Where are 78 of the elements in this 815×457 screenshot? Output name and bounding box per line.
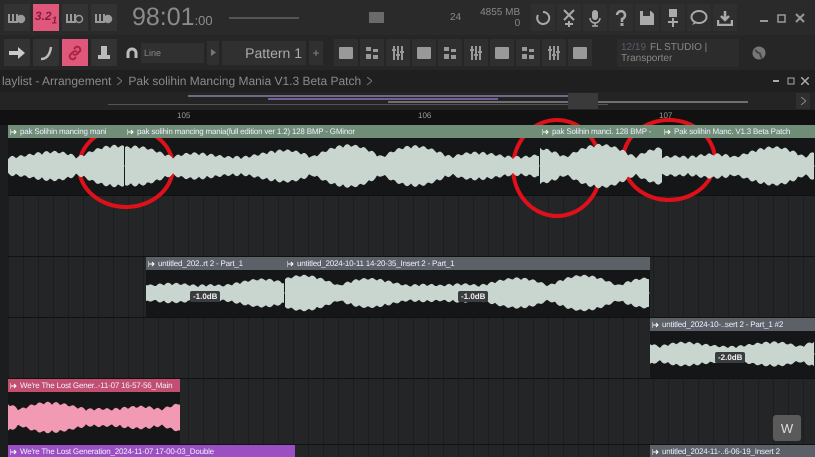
clip-header[interactable]: untitled_202..rt 2 - Part_1: [146, 257, 285, 270]
clip-header[interactable]: We're The Lost Gener..-11-07 16-57-56_Main: [8, 379, 180, 392]
gain-label: -1.0dB: [458, 291, 488, 302]
gain-label: -1.0dB: [190, 291, 220, 302]
mode-button[interactable]: 3.2$_{1}$: [33, 4, 59, 31]
tempo-reading: 24: [450, 12, 462, 23]
mode-icon: [8, 12, 26, 24]
save-new-icon[interactable]: [661, 4, 686, 31]
clip-menu-icon[interactable]: [127, 128, 134, 134]
clip-menu-icon[interactable]: [10, 382, 17, 388]
clip-menu-icon[interactable]: [652, 448, 659, 454]
breadcrumb-item[interactable]: Pak solihin Mancing Mania V1.3 Beta Patch: [128, 74, 362, 88]
globe-icon[interactable]: [752, 46, 766, 60]
hint-text: Transporter: [621, 52, 674, 64]
microphone-icon[interactable]: [583, 4, 608, 31]
help-icon[interactable]: [609, 4, 634, 31]
w-button[interactable]: W: [773, 415, 801, 441]
hint-count: 12/19: [621, 42, 646, 52]
clip-header[interactable]: pak Solihin manci. 128 BMP -: [540, 125, 662, 138]
clip-label: untitled_2024-10-..sert 2 - Part_1 #2: [662, 320, 784, 329]
clip-header[interactable]: pak solihin mancing mania(full edition ver 1.2) 128 BMP - GMinor: [125, 125, 540, 138]
clip-label: pak Solihin mancing mani: [20, 127, 106, 136]
chat-icon[interactable]: [687, 4, 712, 31]
pattern-selector[interactable]: Pattern 1: [222, 40, 306, 64]
gain-label: -2.0dB: [715, 352, 746, 363]
bar-number: 106: [418, 111, 432, 121]
restart-icon[interactable]: [531, 4, 556, 31]
clip-menu-icon[interactable]: [10, 128, 17, 134]
clip-header[interactable]: untitled_2024-11-..6-06-19_Insert 2: [650, 445, 815, 457]
curve-button[interactable]: [33, 39, 59, 66]
mode-button[interactable]: [4, 4, 30, 31]
mode-button[interactable]: [62, 4, 88, 31]
download-icon[interactable]: [713, 4, 738, 31]
clip-menu-icon[interactable]: [542, 128, 549, 134]
clip-header[interactable]: Pak solihin Manc. V1.3 Beta Patch: [662, 125, 815, 138]
clip-header[interactable]: untitled_2024-10-..sert 2 - Part_1 #2: [650, 318, 815, 331]
clip-label: We're The Lost Gener..-11-07 16-57-56_Main: [20, 381, 172, 390]
link-icon: [66, 44, 84, 60]
clip-header[interactable]: We're The Lost Generation_2024-11-07 17-00-03_Double: [8, 445, 295, 457]
song-time: 98:01:00: [132, 3, 214, 32]
mode-icon: [95, 12, 113, 24]
memory-reading: 4855 MB: [480, 6, 520, 18]
snap-dropdown[interactable]: Line: [141, 42, 204, 62]
clip-header[interactable]: untitled_2024-10-11 14-20-35_Insert 2 - Part_1: [285, 257, 650, 270]
add-pattern-button[interactable]: +: [309, 40, 323, 64]
clip-label: Pak solihin Manc. V1.3 Beta Patch: [674, 127, 790, 136]
clip-menu-icon[interactable]: [10, 448, 17, 454]
arrow-button[interactable]: [4, 39, 30, 66]
mode-button[interactable]: [91, 4, 117, 31]
clip-menu-icon[interactable]: [287, 260, 294, 266]
clip-label: untitled_2024-10-11 14-20-35_Insert 2 - Part_1: [297, 259, 454, 268]
cut-icon[interactable]: [557, 4, 582, 31]
chevron-icon: [367, 77, 372, 85]
clip-header[interactable]: pak Solihin mancing mani: [8, 125, 125, 138]
cpu-reading: 0: [514, 18, 520, 28]
close-icon[interactable]: [793, 10, 807, 24]
hint-title: FL STUDIO |: [650, 42, 708, 52]
clip-menu-icon[interactable]: [664, 128, 671, 134]
clip-label: We're The Lost Generation_2024-11-07 17-00-03_Double: [20, 447, 214, 456]
save-icon[interactable]: [635, 4, 660, 31]
close-icon[interactable]: [801, 77, 809, 85]
scroll-right-icon[interactable]: [796, 93, 810, 109]
clip-label: pak Solihin manci. 128 BMP -: [552, 127, 652, 136]
magnet-icon: [126, 46, 138, 58]
bar-number: 105: [177, 111, 190, 121]
chevron-icon: [117, 77, 122, 85]
breadcrumb-item[interactable]: laylist - Arrangement: [2, 74, 112, 88]
mode-icon: [66, 12, 84, 24]
restore-icon[interactable]: [787, 77, 795, 85]
clip-menu-icon[interactable]: [148, 260, 155, 266]
clip-menu-icon[interactable]: [652, 322, 659, 328]
clip-label: pak solihin mancing mania(full edition ver 1.2) 128 BMP - GMinor: [137, 127, 355, 136]
stamp-icon: [95, 44, 113, 60]
stamp-button[interactable]: [91, 39, 117, 66]
clip-label: untitled_202..rt 2 - Part_1: [158, 259, 243, 268]
minimize-icon[interactable]: [773, 77, 781, 85]
clip-label: untitled_2024-11-..6-06-19_Insert 2: [662, 447, 780, 456]
arrow-icon: [8, 44, 26, 60]
